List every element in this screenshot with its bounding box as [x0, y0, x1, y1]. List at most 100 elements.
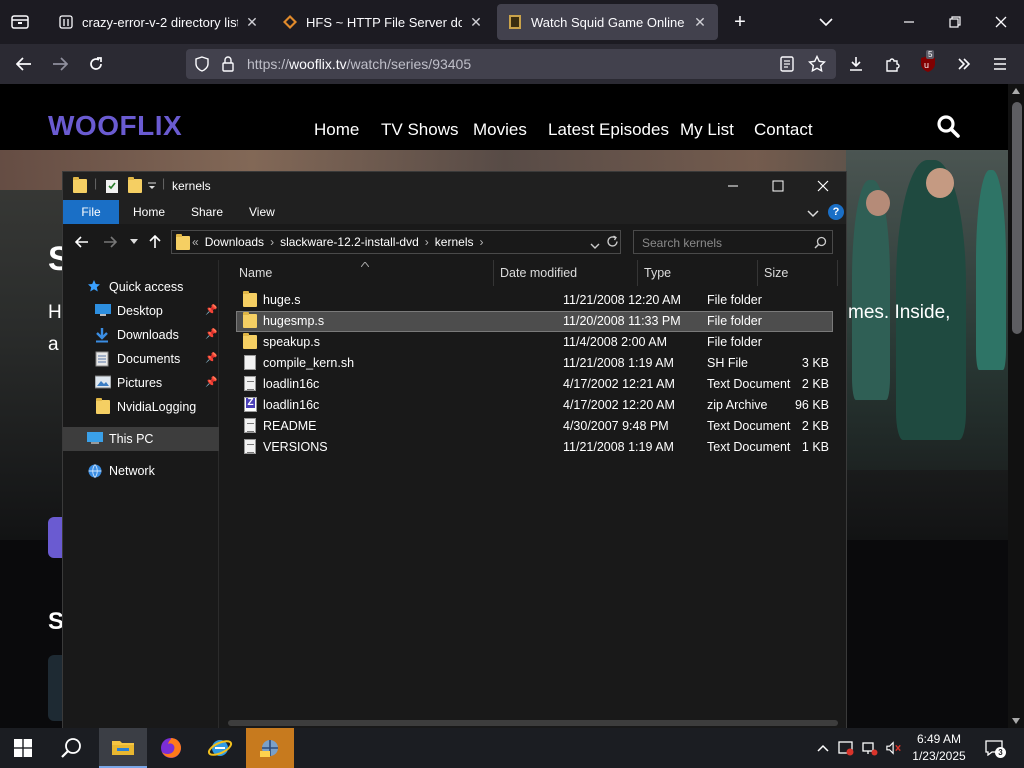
explorer-title-bar[interactable]: | | kernels [63, 172, 846, 200]
lock-icon[interactable] [221, 56, 235, 77]
site-logo[interactable]: WOOFLIX [48, 110, 182, 142]
site-search-button[interactable] [936, 114, 962, 140]
nav-network[interactable]: Network [63, 459, 219, 483]
recent-locations-button[interactable] [125, 233, 143, 251]
minimize-button[interactable] [886, 0, 932, 44]
nav-tv-shows[interactable]: TV Shows [381, 120, 458, 140]
ribbon-tab-share[interactable]: Share [177, 200, 237, 224]
new-tab-button[interactable]: + [728, 10, 752, 34]
scrollbar-thumb[interactable] [1012, 102, 1022, 334]
nav-my-list[interactable]: My List [680, 120, 734, 140]
file-row[interactable]: VERSIONS 11/21/2008 1:19 AM Text Documen… [236, 437, 833, 458]
close-tab-icon[interactable]: ✕ [244, 14, 260, 30]
nav-documents[interactable]: Documents 📌 [63, 347, 219, 371]
explorer-search-input[interactable]: Search kernels [633, 230, 833, 254]
notifications-button[interactable]: 3 [984, 740, 1006, 758]
nav-desktop[interactable]: Desktop 📌 [63, 299, 219, 323]
taskbar-firefox[interactable] [148, 728, 194, 768]
column-header-name[interactable]: Name [233, 260, 494, 286]
nav-pictures[interactable]: Pictures 📌 [63, 371, 219, 395]
breadcrumb-separator[interactable]: › [425, 235, 429, 249]
scroll-down-arrow-icon[interactable] [1012, 718, 1020, 724]
taskbar-internet-explorer[interactable] [197, 728, 243, 768]
nav-nvidialogging[interactable]: NvidiaLogging [63, 395, 219, 419]
column-header-type[interactable]: Type [638, 260, 758, 286]
page-scrollbar[interactable] [1008, 84, 1024, 728]
customize-toolbar-chevron-icon[interactable] [147, 180, 157, 194]
file-row[interactable]: speakup.s 11/4/2008 2:00 AM File folder [236, 332, 833, 353]
network-status-icon[interactable] [862, 740, 878, 756]
horizontal-scrollbar[interactable] [228, 720, 838, 726]
list-all-tabs-button[interactable] [8, 10, 32, 34]
nav-contact[interactable]: Contact [754, 120, 813, 140]
explorer-back-button[interactable] [73, 233, 91, 251]
ublock-extension-button[interactable]: u 5 [917, 50, 939, 75]
nav-movies[interactable]: Movies [473, 120, 527, 140]
file-row[interactable]: huge.s 11/21/2008 12:20 AM File folder [236, 290, 833, 311]
explorer-minimize-button[interactable] [710, 172, 756, 200]
explorer-maximize-button[interactable] [755, 172, 801, 200]
close-tab-icon[interactable]: ✕ [468, 14, 484, 30]
pin-icon[interactable]: 📌 [205, 377, 217, 389]
breadcrumb-downloads[interactable]: Downloads [205, 235, 264, 249]
up-one-level-button[interactable] [146, 233, 164, 251]
taskbar-ftp-app[interactable] [246, 728, 294, 768]
breadcrumb-overflow[interactable]: « [192, 235, 199, 249]
refresh-icon[interactable] [606, 235, 619, 251]
ribbon-tab-file[interactable]: File [63, 200, 119, 224]
properties-quick-access-icon[interactable] [105, 178, 119, 197]
help-icon[interactable]: ? [828, 204, 844, 220]
forward-button[interactable] [48, 52, 72, 76]
list-tabs-dropdown-button[interactable] [814, 10, 838, 34]
restore-button[interactable] [932, 0, 978, 44]
tracking-protection-shield-icon[interactable] [194, 56, 210, 77]
browser-tab-directory-listing[interactable]: crazy-error-v-2 directory listing ✕ [48, 4, 270, 40]
browser-tab-squid-game[interactable]: Watch Squid Game Online | WO ✕ [497, 4, 718, 40]
file-row[interactable]: README 4/30/2007 9:48 PM Text Document 2… [236, 416, 833, 437]
taskbar-search-button[interactable] [48, 728, 94, 768]
url-bar[interactable]: https://wooflix.tv/watch/series/93405 [186, 49, 836, 79]
back-button[interactable] [12, 52, 36, 76]
nav-this-pc[interactable]: This PC [63, 427, 219, 451]
nav-latest-episodes[interactable]: Latest Episodes [548, 120, 669, 140]
bookmark-star-icon[interactable] [807, 54, 827, 78]
expand-ribbon-chevron-icon[interactable] [807, 207, 819, 221]
reload-button[interactable] [84, 52, 108, 76]
breadcrumb-separator[interactable]: › [479, 235, 483, 249]
volume-muted-icon[interactable] [886, 740, 902, 756]
taskbar-clock[interactable]: 6:49 AM 1/23/2025 [906, 731, 972, 765]
nav-downloads[interactable]: Downloads 📌 [63, 323, 219, 347]
explorer-close-button[interactable] [800, 172, 846, 200]
app-menu-button[interactable] [989, 53, 1011, 75]
nav-quick-access[interactable]: Quick access [63, 275, 219, 299]
show-hidden-icons-button[interactable] [815, 740, 831, 756]
file-row[interactable]: compile_kern.sh 11/21/2008 1:19 AM SH Fi… [236, 353, 833, 374]
breadcrumb-separator[interactable]: › [270, 235, 274, 249]
breadcrumb-kernels[interactable]: kernels [435, 235, 474, 249]
new-folder-quick-access-icon[interactable] [127, 177, 142, 193]
ribbon-tab-view[interactable]: View [235, 200, 289, 224]
reader-view-icon[interactable] [780, 56, 794, 77]
breadcrumb-slackware[interactable]: slackware-12.2-install-dvd [280, 235, 419, 249]
extensions-button[interactable] [881, 53, 903, 75]
close-tab-icon[interactable]: ✕ [692, 14, 708, 30]
more-tools-button[interactable] [953, 53, 975, 75]
nav-home[interactable]: Home [314, 120, 359, 140]
tray-security-icon[interactable] [838, 740, 854, 756]
file-row-selected[interactable]: hugesmp.s 11/20/2008 11:33 PM File folde… [236, 311, 833, 332]
column-header-size[interactable]: Size [758, 260, 838, 286]
file-row[interactable]: loadlin16c 4/17/2002 12:21 AM Text Docum… [236, 374, 833, 395]
close-window-button[interactable] [978, 0, 1024, 44]
scroll-up-arrow-icon[interactable] [1012, 88, 1020, 94]
pin-icon[interactable]: 📌 [205, 329, 217, 341]
ribbon-tab-home[interactable]: Home [119, 200, 179, 224]
pin-icon[interactable]: 📌 [205, 305, 217, 317]
start-button[interactable] [0, 728, 46, 768]
downloads-button[interactable] [845, 53, 867, 75]
pin-icon[interactable]: 📌 [205, 353, 217, 365]
explorer-forward-button[interactable] [101, 233, 119, 251]
file-row[interactable]: loadlin16c 4/17/2002 12:20 AM zip Archiv… [236, 395, 833, 416]
address-history-chevron-icon[interactable] [590, 239, 600, 253]
address-bar[interactable]: « Downloads › slackware-12.2-install-dvd › ke… [171, 230, 621, 254]
taskbar-file-explorer[interactable] [99, 728, 147, 768]
